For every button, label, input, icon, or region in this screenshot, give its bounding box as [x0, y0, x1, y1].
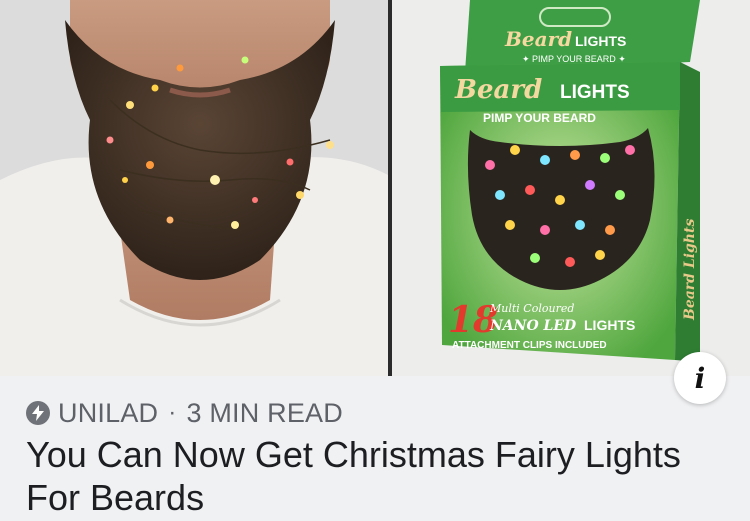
article-meta: UNILAD · 3 MIN READ [26, 397, 343, 429]
box-detail-2: NANO LED [489, 318, 577, 334]
box-detail-3: ATTACHMENT CLIPS INCLUDED [452, 340, 607, 351]
hero-illustration: Beard LIGHTS ✦ PIMP YOUR BEARD ✦ Beard L… [0, 0, 750, 376]
read-time: 3 MIN READ [186, 397, 343, 428]
box-top-product: LIGHTS [575, 33, 626, 49]
info-icon: i [694, 361, 706, 395]
article-hero-image[interactable]: Beard LIGHTS ✦ PIMP YOUR BEARD ✦ Beard L… [0, 0, 750, 376]
instant-article-bolt-icon [26, 401, 50, 425]
box-top-tagline: ✦ PIMP YOUR BEARD ✦ [522, 54, 626, 64]
box-front-brand: Beard [454, 75, 542, 105]
box-detail-2-suffix: LIGHTS [584, 317, 635, 333]
article-title[interactable]: You Can Now Get Christmas Fairy Lights F… [26, 433, 716, 519]
box-front-tagline: PIMP YOUR BEARD [483, 111, 596, 125]
box-side-text: Beard Lights [682, 219, 698, 321]
box-detail-1: Multi Coloured [489, 302, 574, 315]
source-name[interactable]: UNILAD [58, 398, 158, 429]
box-front-product: LIGHTS [560, 82, 630, 103]
meta-separator: · [168, 399, 177, 426]
box-top-brand: Beard [504, 27, 572, 51]
info-button[interactable]: i [674, 352, 726, 404]
